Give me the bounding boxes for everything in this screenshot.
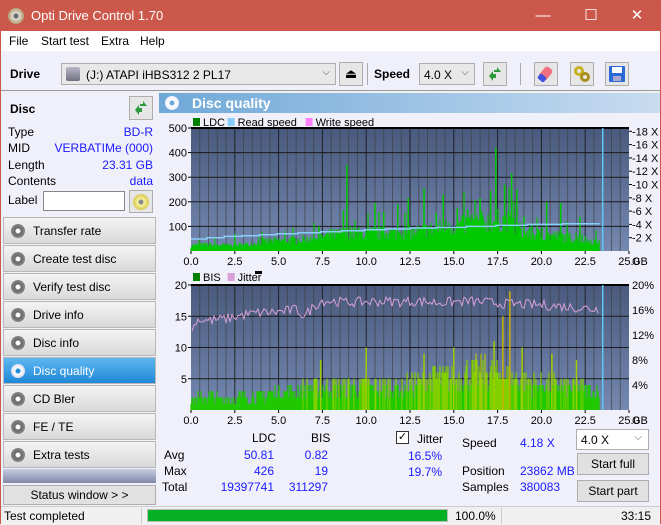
stats-max-ldc: 426 [253,464,274,478]
start-full-button[interactable]: Start full [577,453,649,475]
legend-label: Read speed [238,117,297,129]
y-tick-label: 500 [169,123,187,135]
stats-avg-label: Avg [164,448,185,462]
x-tick-label: 22.5 [574,256,595,268]
status-divider [501,508,502,524]
y-tick-label: 15 [175,311,187,323]
legend-marker [255,271,262,274]
legend-label: Write speed [316,117,375,129]
stats-total-bis: 311297 [288,480,328,494]
y-tick-label: 400 [169,148,187,160]
y-right-tick-label: -10 X [632,180,659,192]
x-tick-label: 17.5 [487,415,508,427]
y-right-tick-label: -16 X [632,140,659,152]
y-tick-label: 200 [169,197,187,209]
x-tick-label: 2.5 [227,256,242,268]
x-tick-label: 0.0 [183,256,198,268]
test-speed-select[interactable]: 4.0 X ⌵ [576,429,649,450]
stats-max-bis: 19 [314,464,328,478]
jitter-label: Jitter [417,432,444,446]
x-tick-label: 17.5 [487,256,508,268]
stats-total-label: Total [162,480,188,494]
y-right-tick-label: -8 X [632,193,653,205]
y-right-tick-label: -12 X [632,166,659,178]
x-unit-label: GB [632,415,648,427]
speed-readout-value: 4.18 X [520,436,555,450]
elapsed-time: 33:15 [621,509,652,523]
speed-readout-label: Speed [462,436,497,450]
y-tick-label: 300 [169,172,187,184]
y-tick-label: 20 [175,280,187,292]
y-right-tick-label: -4 X [632,219,653,231]
x-unit-label: GB [632,256,648,268]
chevron-down-icon: ⌵ [634,432,642,443]
status-text: Test completed [4,509,85,523]
app-window: Opti Drive Control 1.70 — ☐ ✕ File Start… [0,0,661,524]
legend-label: BIS [203,272,221,284]
stats-max-label: Max [164,464,187,478]
start-part-button[interactable]: Start part [577,480,649,502]
test-speed-value: 4.0 X [581,433,610,447]
y-right-tick-label: 12% [632,330,654,342]
status-divider [141,508,142,524]
x-tick-label: 12.5 [399,256,420,268]
y-tick-label: 10 [175,343,187,355]
stats-total-ldc: 19397741 [220,480,274,494]
x-tick-label: 5.0 [271,256,286,268]
y-right-tick-label: -14 X [632,153,659,165]
samples-value: 380083 [520,480,561,494]
y-right-tick-label: -18 X [632,126,659,138]
y-right-tick-label: 20% [632,280,654,292]
y-right-tick-label: -2 X [632,233,653,245]
x-tick-label: 7.5 [315,256,330,268]
y-right-tick-label: 4% [632,380,648,392]
progress-percent: 100.0% [455,509,496,523]
samples-label: Samples [462,480,509,494]
legend-swatch [227,273,235,281]
y-right-tick-label: 16% [632,305,654,317]
legend-swatch [305,118,313,126]
progress-fill [148,510,447,521]
ldc-chart: 0.0 2.5 5.0 7.5 10.0 12.5 15.0 17.5 20.0 22.5 25.0… [169,117,659,268]
progress-bar [147,509,448,522]
x-tick-label: 22.5 [574,415,595,427]
legend-swatch [193,118,200,126]
stats-avg-jitter: 16.5% [407,449,442,463]
position-label: Position [462,464,505,478]
y-right-tick-label: -6 X [632,206,653,218]
x-tick-label: 20.0 [531,415,552,427]
y-tick-label: 100 [169,221,187,233]
y-tick-label: 5 [181,374,187,386]
bis-jitter-chart: 0.0 2.5 5.0 7.5 10.0 12.5 15.0 17.5 20.0 22.5 25.0… [175,271,654,427]
x-tick-label: 20.0 [531,256,552,268]
legend-label: LDC [203,117,225,129]
stats-max-jitter: 19.7% [407,465,442,479]
jitter-checkbox[interactable]: ✓ [396,431,409,444]
stats-avg-bis: 0.82 [304,448,328,462]
stats-avg-ldc: 50.81 [243,448,274,462]
legend-swatch [193,273,200,281]
stats-table: LDC BIS Avg 50.81 0.82 Max 426 19 Total … [159,426,459,501]
x-tick-label: 10.0 [355,256,376,268]
stats-col-ldc: LDC [252,431,277,445]
legend-swatch [227,118,235,126]
stats-col-bis: BIS [311,431,331,445]
x-tick-label: 15.0 [443,256,464,268]
position-value: 23862 MB [520,464,575,478]
y-right-tick-label: 8% [632,355,648,367]
